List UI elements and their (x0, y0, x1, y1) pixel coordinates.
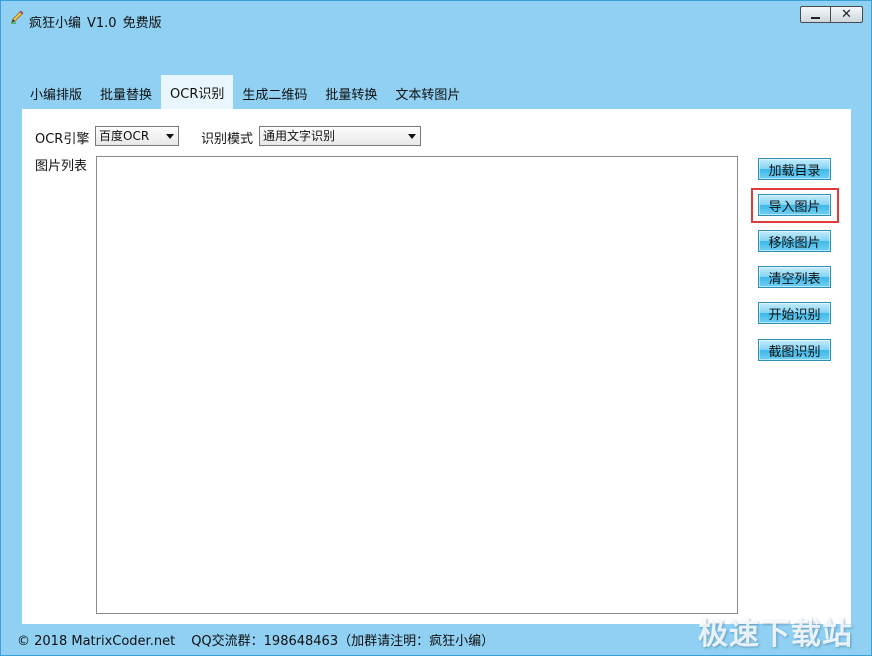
chevron-down-icon (166, 134, 174, 139)
status-bar: © 2018 MatrixCoder.net QQ交流群：198648463（加群… (17, 630, 494, 649)
app-edition: 免费版 (122, 16, 162, 31)
minimize-button[interactable] (800, 6, 830, 23)
recognition-mode-value: 通用文字识别 (263, 129, 336, 143)
close-button[interactable]: ✕ (830, 6, 863, 23)
tab-batch-replace[interactable]: 批量替换 (91, 77, 161, 109)
ocr-engine-select[interactable]: 百度OCR (95, 126, 179, 146)
window-title: 疯狂小编 V1.0 免费版 (29, 12, 162, 31)
ocr-panel: OCR引擎 百度OCR 识别模式 通用文字识别 图片列表 加载目录 导入图片 移… (22, 109, 851, 624)
screenshot-recognition-button[interactable]: 截图识别 (758, 339, 831, 361)
tab-batch-convert[interactable]: 批量转换 (316, 77, 386, 109)
qq-group-text: QQ交流群：198648463（加群请注明：疯狂小编） (191, 634, 495, 649)
tab-bar: 小编排版 批量替换 OCR识别 生成二维码 批量转换 文本转图片 (21, 75, 469, 109)
tab-ocr[interactable]: OCR识别 (161, 75, 234, 109)
pencil-icon (9, 9, 25, 25)
highlight-box (751, 188, 839, 223)
app-version: V1.0 (87, 16, 117, 31)
tab-qrcode[interactable]: 生成二维码 (233, 77, 316, 109)
image-list-box[interactable] (96, 156, 738, 614)
image-list-label: 图片列表 (35, 159, 88, 174)
load-directory-button[interactable]: 加载目录 (758, 158, 831, 180)
tab-layout[interactable]: 小编排版 (21, 77, 91, 109)
clear-list-button[interactable]: 清空列表 (758, 266, 831, 288)
recognition-mode-select[interactable]: 通用文字识别 (259, 126, 421, 146)
watermark: 极速下载站 (698, 617, 853, 652)
ocr-engine-value: 百度OCR (99, 129, 150, 143)
ocr-engine-label: OCR引擎 (35, 132, 90, 147)
remove-image-button[interactable]: 移除图片 (758, 230, 831, 252)
recognition-mode-label: 识别模式 (201, 132, 254, 147)
chevron-down-icon (408, 134, 416, 139)
tab-text-to-image[interactable]: 文本转图片 (386, 77, 469, 109)
copyright-text: © 2018 MatrixCoder.net (17, 634, 176, 649)
title-bar: 疯狂小编 V1.0 免费版 ✕ (1, 1, 871, 35)
minimize-icon (811, 16, 820, 19)
app-window: 疯狂小编 V1.0 免费版 ✕ 小编排版 批量替换 OCR识别 生成二维码 批量转换… (0, 0, 872, 656)
app-name: 疯狂小编 (29, 16, 82, 31)
start-recognition-button[interactable]: 开始识别 (758, 302, 831, 324)
close-icon: ✕ (841, 7, 852, 22)
